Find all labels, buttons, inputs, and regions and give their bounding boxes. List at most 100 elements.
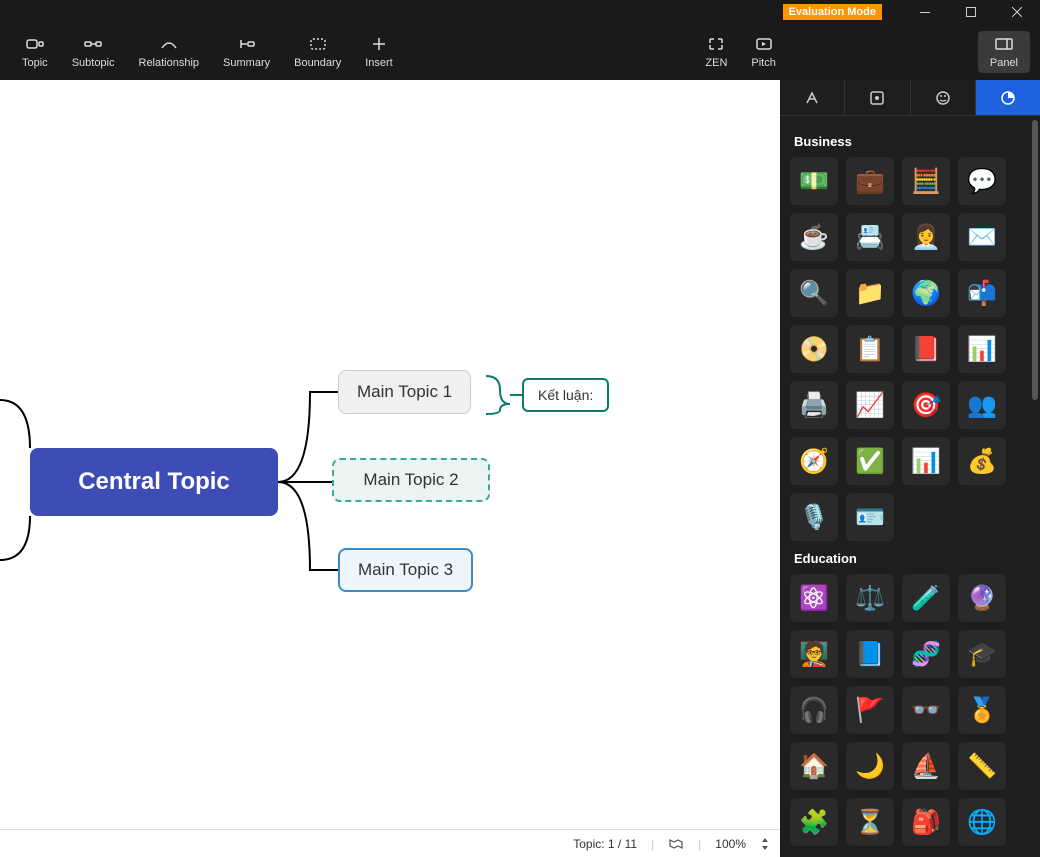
zen-button[interactable]: ZEN xyxy=(693,31,739,73)
plus-icon xyxy=(372,35,386,53)
record-icon[interactable]: 📀 xyxy=(790,325,838,373)
briefcase-icon[interactable]: 💼 xyxy=(846,157,894,205)
contact-icon[interactable]: 📇 xyxy=(846,213,894,261)
zen-label: ZEN xyxy=(705,57,727,69)
ruler-icon[interactable]: 📏 xyxy=(958,742,1006,790)
checklist-icon[interactable]: ✅ xyxy=(846,437,894,485)
folder-icon[interactable]: 📁 xyxy=(846,269,894,317)
atom-icon[interactable]: ⚛️ xyxy=(790,574,838,622)
minimize-button[interactable] xyxy=(902,0,948,24)
panel-icon xyxy=(995,35,1013,53)
map-overview-icon[interactable] xyxy=(668,837,684,851)
boundary-button[interactable]: Boundary xyxy=(282,31,353,73)
globe-pin-icon[interactable]: 🌍 xyxy=(902,269,950,317)
puzzle-icon[interactable]: 🧩 xyxy=(790,798,838,846)
canvas[interactable]: Central Topic Main Topic 1 Main Topic 2 … xyxy=(0,80,780,857)
sticker-grid: ⚛️⚖️🧪🔮 🧑‍🏫📘🧬🎓 🎧🚩👓🏅 🏠🌙⛵📏 🧩⏳🎒🌐 xyxy=(790,574,1030,846)
topic-icon xyxy=(26,35,44,53)
bar-chart-icon[interactable]: 📊 xyxy=(902,437,950,485)
coins-icon[interactable]: 💰 xyxy=(958,437,1006,485)
sticker-grid: 💵💼🧮💬☕📇👩‍💼✉️🔍📁🌍📬📀📋📕📊🖨️📈🎯👥🧭✅📊💰🎙️🪪 xyxy=(790,157,1030,541)
relationship-label: Relationship xyxy=(139,57,200,69)
textbook-icon[interactable]: 📘 xyxy=(846,630,894,678)
glasses-icon[interactable]: 👓 xyxy=(902,686,950,734)
book-icon[interactable]: 📕 xyxy=(902,325,950,373)
backpack-icon[interactable]: 🎒 xyxy=(902,798,950,846)
window-controls xyxy=(902,0,1040,24)
main-topic-1[interactable]: Main Topic 1 xyxy=(338,370,471,414)
headphones-icon[interactable]: 🎧 xyxy=(790,686,838,734)
grad-cap-icon[interactable]: 🎓 xyxy=(958,630,1006,678)
pitch-label: Pitch xyxy=(751,57,775,69)
team-icon[interactable]: 👥 xyxy=(958,381,1006,429)
house-icon[interactable]: 🏠 xyxy=(790,742,838,790)
notepad-icon[interactable]: 📋 xyxy=(846,325,894,373)
main-topic-3[interactable]: Main Topic 3 xyxy=(338,548,473,592)
topic-button[interactable]: Topic xyxy=(10,31,60,73)
printer-icon[interactable]: 🖨️ xyxy=(790,381,838,429)
central-topic[interactable]: Central Topic xyxy=(30,448,278,516)
status-bar: Topic: 1 / 11 | | 100% xyxy=(0,829,780,857)
panel-tabs xyxy=(780,80,1040,116)
summary-icon xyxy=(238,35,256,53)
chart-search-icon[interactable]: 📈 xyxy=(846,381,894,429)
insert-button[interactable]: Insert xyxy=(353,31,405,73)
scrollbar-thumb[interactable] xyxy=(1032,120,1038,400)
boundary-icon xyxy=(309,35,327,53)
side-panel: Business💵💼🧮💬☕📇👩‍💼✉️🔍📁🌍📬📀📋📕📊🖨️📈🎯👥🧭✅📊💰🎙️🪪E… xyxy=(780,80,1040,857)
envelope-icon[interactable]: ✉️ xyxy=(958,213,1006,261)
toolbar: Topic Subtopic Relationship Summary Boun… xyxy=(0,24,1040,80)
panel-button[interactable]: Panel xyxy=(978,31,1030,73)
relationship-button[interactable]: Relationship xyxy=(127,31,212,73)
flag-icon[interactable]: 🚩 xyxy=(846,686,894,734)
insert-label: Insert xyxy=(365,57,393,69)
subtopic-button[interactable]: Subtopic xyxy=(60,31,127,73)
globe-icon[interactable]: 🌐 xyxy=(958,798,1006,846)
pitch-icon xyxy=(756,35,772,53)
summary-label: Summary xyxy=(223,57,270,69)
panel-body[interactable]: Business💵💼🧮💬☕📇👩‍💼✉️🔍📁🌍📬📀📋📕📊🖨️📈🎯👥🧭✅📊💰🎙️🪪E… xyxy=(780,116,1040,857)
relationship-icon xyxy=(160,35,178,53)
id-card-icon[interactable]: 🪪 xyxy=(846,493,894,541)
boundary-label: Boundary xyxy=(294,57,341,69)
mic-icon[interactable]: 🎙️ xyxy=(790,493,838,541)
boat-icon[interactable]: ⛵ xyxy=(902,742,950,790)
panel-tab-marker[interactable] xyxy=(845,80,910,115)
coffee-icon[interactable]: ☕ xyxy=(790,213,838,261)
money-icon[interactable]: 💵 xyxy=(790,157,838,205)
panel-tab-format[interactable] xyxy=(780,80,845,115)
evaluation-badge: Evaluation Mode xyxy=(783,4,882,20)
chalkboard-icon[interactable]: 🧑‍🏫 xyxy=(790,630,838,678)
summary-node[interactable]: Kết luận: xyxy=(522,378,609,412)
target-icon[interactable]: 🎯 xyxy=(902,381,950,429)
flask-icon[interactable]: 🧪 xyxy=(902,574,950,622)
main-area: Central Topic Main Topic 1 Main Topic 2 … xyxy=(0,80,1040,857)
compass-icon[interactable]: 🧭 xyxy=(790,437,838,485)
moon-icon[interactable]: 🌙 xyxy=(846,742,894,790)
medal-icon[interactable]: 🏅 xyxy=(958,686,1006,734)
main-topic-2[interactable]: Main Topic 2 xyxy=(332,458,490,502)
doc-search-icon[interactable]: 🔍 xyxy=(790,269,838,317)
scale-icon[interactable]: ⚖️ xyxy=(846,574,894,622)
maximize-button[interactable] xyxy=(948,0,994,24)
section-title: Business xyxy=(794,134,1030,149)
calculator-icon[interactable]: 🧮 xyxy=(902,157,950,205)
dna-icon[interactable]: 🧬 xyxy=(902,630,950,678)
panel-tab-sticker[interactable] xyxy=(976,80,1040,115)
pitch-button[interactable]: Pitch xyxy=(739,31,787,73)
support-icon[interactable]: 👩‍💼 xyxy=(902,213,950,261)
zoom-level[interactable]: 100% xyxy=(715,837,746,851)
summary-button[interactable]: Summary xyxy=(211,31,282,73)
subtopic-label: Subtopic xyxy=(72,57,115,69)
mailbox-icon[interactable]: 📬 xyxy=(958,269,1006,317)
panel-tab-emoji[interactable] xyxy=(911,80,976,115)
subtopic-icon xyxy=(84,35,102,53)
pendulum-icon[interactable]: 🔮 xyxy=(958,574,1006,622)
title-bar: Evaluation Mode xyxy=(0,0,1040,24)
zoom-stepper-icon[interactable] xyxy=(760,836,770,852)
topic-label: Topic xyxy=(22,57,48,69)
close-button[interactable] xyxy=(994,0,1040,24)
presentation-icon[interactable]: 📊 xyxy=(958,325,1006,373)
hourglass-icon[interactable]: ⏳ xyxy=(846,798,894,846)
speech-icon[interactable]: 💬 xyxy=(958,157,1006,205)
